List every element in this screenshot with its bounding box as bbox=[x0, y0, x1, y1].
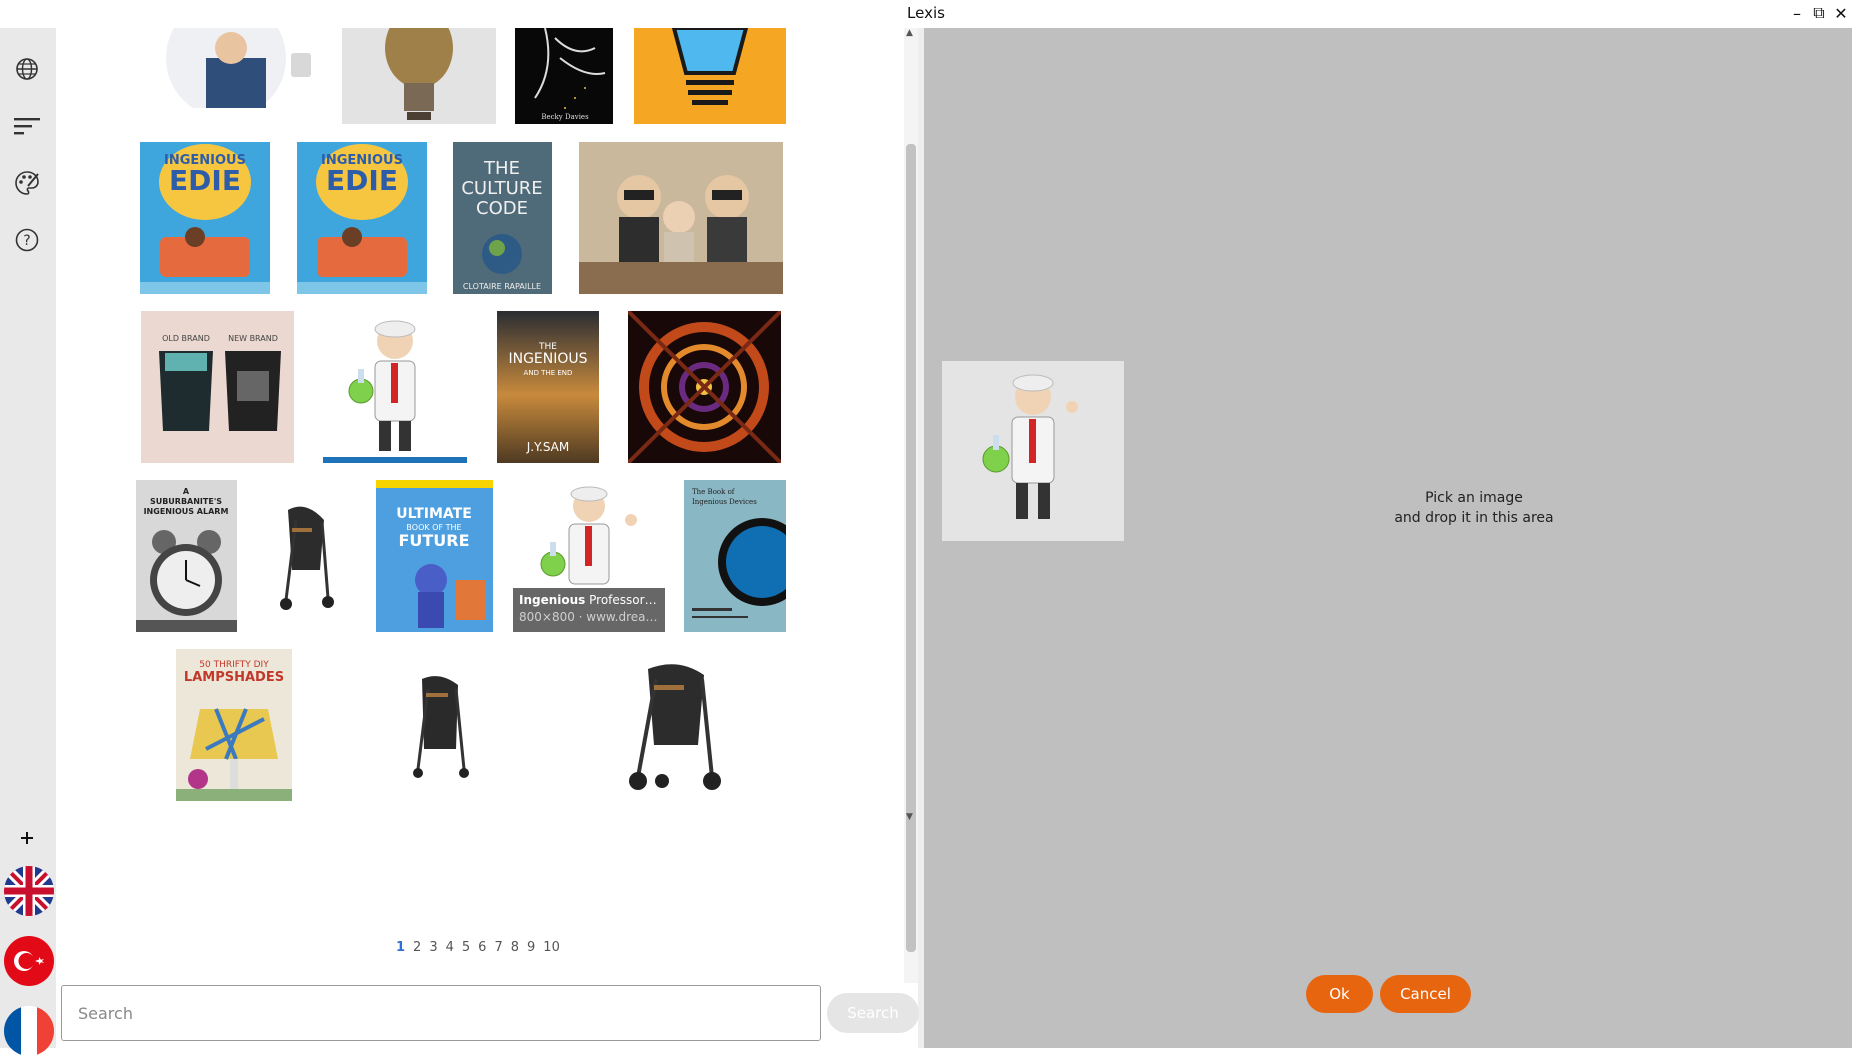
dropped-image bbox=[942, 361, 1124, 541]
scroll-down-arrow-icon[interactable]: ▼ bbox=[906, 812, 913, 822]
image-results-panel: Becky Davies INGENIOUS EDIE INGENIOUS EDIE… bbox=[56, 28, 906, 983]
scroll-up-arrow-icon[interactable]: ▲ bbox=[906, 28, 913, 38]
page-link-5[interactable]: 5 bbox=[462, 940, 470, 955]
result-thumbnail[interactable]: THE INGENIOUS AND THE END J.Y.SAM bbox=[497, 311, 599, 463]
image-drop-area[interactable]: Pick an image and drop it in this area bbox=[924, 28, 1852, 1048]
result-thumbnail[interactable]: A SUBURBANITE'S INGENIOUS ALARM bbox=[136, 480, 237, 632]
svg-text:ULTIMATE: ULTIMATE bbox=[396, 506, 472, 522]
result-thumbnail[interactable]: ULTIMATE BOOK OF THE FUTURE bbox=[376, 480, 493, 632]
results-scrollbar[interactable]: ▲ ▼ bbox=[904, 28, 918, 983]
plus-icon[interactable] bbox=[12, 823, 42, 853]
result-thumbnail[interactable] bbox=[634, 28, 786, 124]
result-thumbnail[interactable] bbox=[136, 28, 316, 108]
drop-hint-line1: Pick an image bbox=[1425, 490, 1523, 506]
result-thumbnail[interactable] bbox=[400, 649, 480, 801]
caption-meta: 800×800 · www.dreamstim… bbox=[519, 610, 659, 624]
svg-text:AND THE END: AND THE END bbox=[524, 369, 573, 377]
svg-text:CODE: CODE bbox=[476, 198, 528, 219]
uk-flag[interactable] bbox=[4, 866, 54, 916]
page-link-2[interactable]: 2 bbox=[413, 940, 421, 955]
result-thumbnail[interactable]: OLD BRAND NEW BRAND bbox=[141, 311, 294, 463]
page-link-8[interactable]: 8 bbox=[511, 940, 519, 955]
france-flag[interactable] bbox=[4, 1006, 54, 1056]
svg-text:INGENIOUS ALARM: INGENIOUS ALARM bbox=[144, 507, 229, 516]
result-thumbnail[interactable]: Becky Davies bbox=[515, 28, 613, 124]
close-icon[interactable]: ✕ bbox=[1830, 2, 1852, 24]
svg-text:SUBURBANITE'S: SUBURBANITE'S bbox=[150, 497, 222, 506]
caption-title: Professor Stock… bbox=[589, 593, 659, 607]
result-thumbnail[interactable] bbox=[628, 311, 781, 463]
page-link-1[interactable]: 1 bbox=[396, 940, 405, 955]
page-link-7[interactable]: 7 bbox=[494, 940, 502, 955]
svg-text:OLD BRAND: OLD BRAND bbox=[162, 334, 210, 343]
palette-icon[interactable] bbox=[12, 168, 42, 198]
svg-text:?: ? bbox=[23, 233, 30, 249]
maximize-icon[interactable]: ⧉ bbox=[1808, 2, 1830, 24]
drop-hint: Pick an image and drop it in this area bbox=[1304, 488, 1644, 528]
svg-text:Becky Davies: Becky Davies bbox=[541, 113, 589, 121]
result-thumbnail[interactable] bbox=[323, 311, 467, 463]
cancel-button[interactable]: Cancel bbox=[1380, 975, 1471, 1013]
svg-text:EDIE: EDIE bbox=[326, 164, 398, 197]
result-thumbnail[interactable] bbox=[266, 480, 344, 632]
drop-hint-line2: and drop it in this area bbox=[1394, 510, 1554, 526]
svg-text:INGENIOUS: INGENIOUS bbox=[508, 351, 587, 367]
svg-text:LAMPSHADES: LAMPSHADES bbox=[184, 670, 284, 685]
search-input[interactable] bbox=[62, 986, 820, 1040]
page-link-4[interactable]: 4 bbox=[446, 940, 454, 955]
search-button[interactable]: Search bbox=[827, 993, 919, 1033]
result-thumbnail[interactable] bbox=[342, 28, 496, 124]
svg-text:THE: THE bbox=[483, 158, 520, 179]
result-thumbnail[interactable]: INGENIOUS EDIE bbox=[140, 142, 270, 294]
page-link-6[interactable]: 6 bbox=[478, 940, 486, 955]
globe-icon[interactable] bbox=[12, 54, 42, 84]
page-link-3[interactable]: 3 bbox=[429, 940, 437, 955]
svg-text:NEW BRAND: NEW BRAND bbox=[228, 334, 278, 343]
result-thumbnail-hovered[interactable]: Ingenious Professor Stock… 800×800 · www… bbox=[513, 480, 665, 632]
result-thumbnail[interactable]: INGENIOUS EDIE bbox=[297, 142, 427, 294]
svg-text:EDIE: EDIE bbox=[169, 164, 241, 197]
result-thumbnail[interactable] bbox=[579, 142, 783, 294]
result-thumbnail[interactable]: The Book of Ingenious Devices bbox=[684, 480, 786, 632]
page-link-9[interactable]: 9 bbox=[527, 940, 535, 955]
svg-text:A: A bbox=[183, 487, 190, 496]
title-bar: Lexis – ⧉ ✕ bbox=[0, 0, 1852, 28]
search-field[interactable] bbox=[61, 985, 821, 1041]
sidebar: ? bbox=[0, 28, 56, 1056]
svg-text:J.Y.SAM: J.Y.SAM bbox=[526, 440, 569, 454]
result-thumbnail[interactable]: THE CULTURE CODE CLOTAIRE RAPAILLE bbox=[453, 142, 552, 294]
help-icon[interactable]: ? bbox=[12, 225, 42, 255]
caption-highlight: Ingenious bbox=[519, 593, 586, 607]
svg-text:50 THRIFTY DIY: 50 THRIFTY DIY bbox=[199, 660, 269, 670]
image-caption: Ingenious Professor Stock… 800×800 · www… bbox=[513, 588, 665, 632]
sort-lines-icon[interactable] bbox=[12, 111, 42, 141]
turkey-flag[interactable] bbox=[4, 936, 54, 986]
minimize-icon[interactable]: – bbox=[1786, 2, 1808, 24]
scrollbar-thumb[interactable] bbox=[906, 144, 916, 952]
svg-text:CLOTAIRE RAPAILLE: CLOTAIRE RAPAILLE bbox=[463, 282, 541, 291]
svg-text:CULTURE: CULTURE bbox=[461, 178, 542, 199]
pagination: 1 2 3 4 5 6 7 8 9 10 bbox=[396, 940, 560, 955]
window-title: Lexis bbox=[907, 4, 945, 22]
ok-button[interactable]: Ok bbox=[1306, 975, 1373, 1013]
svg-text:Ingenious Devices: Ingenious Devices bbox=[692, 498, 757, 506]
result-thumbnail[interactable]: 50 THRIFTY DIY LAMPSHADES bbox=[176, 649, 292, 801]
result-thumbnail[interactable] bbox=[618, 649, 726, 801]
svg-text:FUTURE: FUTURE bbox=[398, 531, 469, 550]
svg-text:The Book of: The Book of bbox=[692, 488, 736, 496]
page-link-10[interactable]: 10 bbox=[543, 940, 560, 955]
